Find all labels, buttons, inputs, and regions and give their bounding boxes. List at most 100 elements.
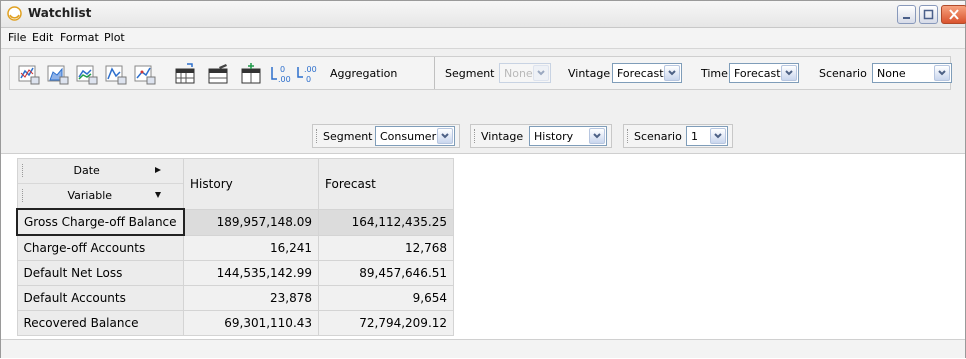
scenario-filter[interactable]: Scenario 1 <box>623 124 733 148</box>
plot-chart-icon[interactable] <box>18 63 40 85</box>
grip-handle[interactable] <box>21 164 23 177</box>
scenario-label: Scenario <box>819 67 867 80</box>
grip-handle[interactable] <box>316 129 319 143</box>
edit-table-icon[interactable] <box>207 63 229 85</box>
status-bar <box>1 339 965 358</box>
scenario-filter-select[interactable]: 1 <box>686 126 728 146</box>
row-header[interactable]: Default Net Loss <box>16 260 185 286</box>
table-row: Default Accounts 23,878 9,654 <box>16 285 455 311</box>
svg-text:0: 0 <box>306 75 311 84</box>
decimal-increase-icon[interactable]: .00 0 <box>270 63 292 85</box>
grip-handle[interactable] <box>21 189 23 202</box>
close-button[interactable] <box>941 5 966 24</box>
stacked-chart-icon[interactable] <box>76 63 98 85</box>
chevron-down-icon <box>934 65 950 81</box>
toolbar-selectors: Segment None Vintage Forecast Time Forec… <box>434 57 955 89</box>
export-xls-icon[interactable] <box>174 63 196 85</box>
chevron-down-icon <box>664 65 680 81</box>
table-row: Gross Charge-off Balance 189,957,148.09 … <box>16 208 455 236</box>
menu-plot[interactable]: Plot <box>104 31 125 44</box>
menu-format[interactable]: Format <box>60 31 99 44</box>
scenario-value: None <box>877 67 906 80</box>
scenario-select[interactable]: None <box>872 63 952 83</box>
decimal-decrease-icon[interactable]: .00 0 <box>296 63 318 85</box>
table-cell[interactable]: 16,241 <box>183 234 320 261</box>
chevron-down-icon <box>589 128 605 144</box>
table-row: Recovered Balance 69,301,110.43 72,794,2… <box>16 310 455 336</box>
svg-text:.00: .00 <box>278 75 291 84</box>
minimize-button[interactable] <box>897 5 916 24</box>
vintage-filter[interactable]: Vintage History <box>470 124 612 148</box>
menu-file[interactable]: File <box>8 31 26 44</box>
toolbar-row: .00 0 .00 0 Aggregation Segment None Vin… <box>9 56 952 90</box>
column-dimension-label: Date <box>73 164 100 177</box>
close-icon <box>949 9 959 20</box>
line-chart-icon[interactable] <box>105 63 127 85</box>
chevron-down-icon <box>710 128 726 144</box>
table-cell[interactable]: 23,878 <box>183 285 320 311</box>
insert-column-icon[interactable] <box>240 63 262 85</box>
row-header[interactable]: Default Accounts <box>16 285 185 311</box>
menu-bar: File Edit Format Plot <box>1 28 965 49</box>
column-header-history[interactable]: History <box>183 158 320 210</box>
toolbar: .00 0 .00 0 Aggregation Segment None Vin… <box>1 49 965 154</box>
minimize-icon <box>903 17 910 19</box>
svg-text:.00: .00 <box>304 65 317 74</box>
column-dimension[interactable]: Date <box>17 159 184 184</box>
scatter-chart-icon[interactable] <box>134 63 156 85</box>
table-cell[interactable]: 144,535,142.99 <box>183 260 320 286</box>
watchlist-window: Watchlist File Edit Format Plot .00 0 .0… <box>0 0 966 359</box>
table-cell[interactable]: 72,794,209.12 <box>318 310 455 336</box>
chevron-down-icon <box>437 128 453 144</box>
segment-filter-label: Segment <box>323 130 373 143</box>
row-dimension[interactable]: Variable <box>18 184 184 208</box>
table-cell[interactable]: 89,457,646.51 <box>318 260 455 286</box>
vintage-filter-value: History <box>534 130 574 143</box>
row-dimension-label: Variable <box>67 189 113 202</box>
arrow-down-icon[interactable] <box>154 191 162 199</box>
vintage-filter-select[interactable]: History <box>529 126 607 146</box>
table-cell[interactable]: 189,957,148.09 <box>183 208 320 236</box>
table-cell[interactable]: 69,301,110.43 <box>183 310 320 336</box>
table-cell[interactable]: 9,654 <box>318 285 455 311</box>
time-label: Time <box>701 67 728 80</box>
vintage-select[interactable]: Forecast <box>612 63 682 83</box>
segment-label: Segment <box>445 67 495 80</box>
segment-select[interactable]: None <box>499 63 551 83</box>
pivot-table: Date Variable History Forecast Gross Cha… <box>16 158 455 336</box>
column-header-forecast[interactable]: Forecast <box>318 158 455 210</box>
window-title: Watchlist <box>28 6 92 20</box>
svg-text:0: 0 <box>280 65 285 74</box>
maximize-icon <box>923 9 934 20</box>
chevron-down-icon <box>781 65 797 81</box>
scenario-filter-value: 1 <box>691 130 698 143</box>
scenario-filter-label: Scenario <box>634 130 682 143</box>
time-value: Forecast <box>734 67 781 80</box>
pivot-corner: Date Variable <box>16 158 185 210</box>
grip-handle[interactable] <box>627 129 630 143</box>
segment-filter-value: Consumer <box>380 130 437 143</box>
maximize-button[interactable] <box>919 5 938 24</box>
row-header[interactable]: Recovered Balance <box>16 310 185 336</box>
segment-value: None <box>504 67 533 80</box>
vintage-value: Forecast <box>617 67 664 80</box>
aggregation-label[interactable]: Aggregation <box>330 67 397 80</box>
table-cell[interactable]: 12,768 <box>318 234 455 261</box>
vintage-filter-label: Vintage <box>481 130 524 143</box>
menu-edit[interactable]: Edit <box>32 31 53 44</box>
area-chart-icon[interactable] <box>47 63 69 85</box>
arrow-right-icon[interactable] <box>154 166 162 174</box>
grip-handle[interactable] <box>474 129 477 143</box>
row-header[interactable]: Gross Charge-off Balance <box>16 208 185 236</box>
table-cell[interactable]: 164,112,435.25 <box>318 208 455 236</box>
table-row: Charge-off Accounts 16,241 12,768 <box>16 234 455 261</box>
pivot-content: Date Variable History Forecast Gross Cha… <box>1 154 965 359</box>
segment-filter[interactable]: Segment Consumer <box>312 124 460 148</box>
title-bar[interactable]: Watchlist <box>1 1 966 28</box>
chevron-down-icon <box>533 65 549 81</box>
time-select[interactable]: Forecast <box>729 63 799 83</box>
vintage-label: Vintage <box>568 67 611 80</box>
segment-filter-select[interactable]: Consumer <box>375 126 455 146</box>
app-icon <box>7 6 22 21</box>
row-header[interactable]: Charge-off Accounts <box>16 234 185 261</box>
